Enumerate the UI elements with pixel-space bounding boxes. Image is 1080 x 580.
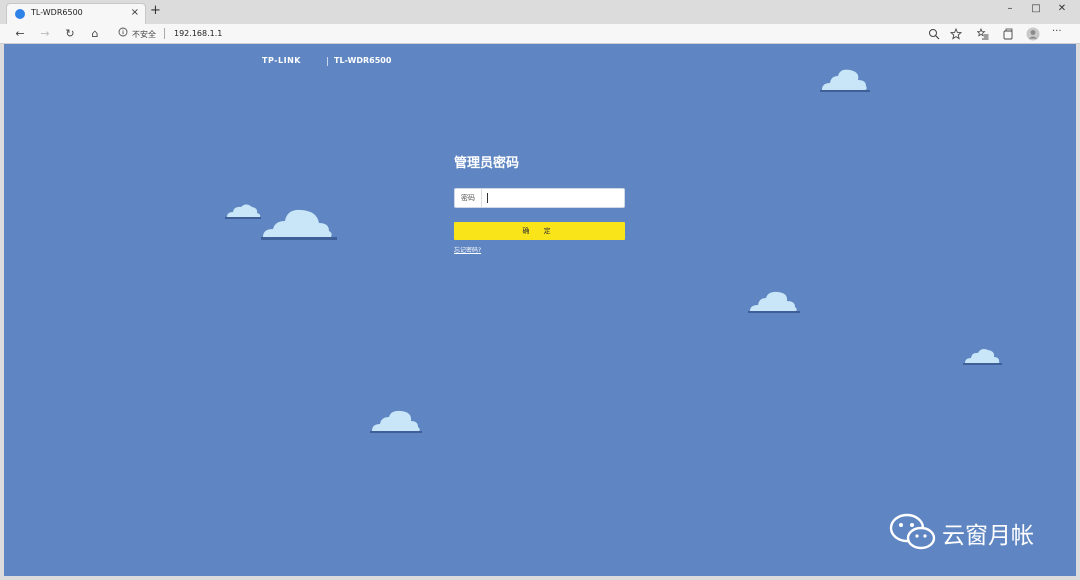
back-icon[interactable]: ← [12,26,28,42]
model-name: TL-WDR6500 [334,56,392,65]
password-input[interactable] [485,191,621,205]
browser-tab[interactable]: TL-WDR6500 × [6,3,146,24]
minimize-button[interactable]: – [998,2,1022,18]
collections-icon[interactable] [1002,28,1014,40]
password-label: 密码 [455,189,482,207]
star-icon[interactable] [950,28,962,40]
browser-window: TL-WDR6500 × + – □ ✕ ← → ↻ ⌂ 不安全 192.168… [0,0,1080,580]
router-login-page: TP-LINK TL-WDR6500 管理员密码 密码 确 定 忘记密码? 云窗… [4,44,1076,576]
address-divider [164,28,165,39]
watermark: 云窗月帐 [888,510,1058,556]
watermark-text: 云窗月帐 [942,523,1034,549]
close-window-button[interactable]: ✕ [1050,2,1074,18]
more-icon[interactable]: ··· [1052,26,1062,37]
forgot-password-link[interactable]: 忘记密码? [454,245,481,254]
url-text[interactable]: 192.168.1.1 [174,29,222,38]
tp-link-favicon-icon [15,9,25,19]
cloud-icon [963,349,1002,365]
favorites-icon[interactable] [977,28,989,40]
confirm-button[interactable]: 确 定 [454,222,625,240]
cloud-icon [370,410,422,433]
wechat-icon [889,513,936,550]
tab-strip: TL-WDR6500 × + – □ ✕ [0,0,1080,24]
maximize-button[interactable]: □ [1024,2,1048,18]
reload-icon[interactable]: ↻ [62,26,78,42]
security-status-text: 不安全 [132,30,156,39]
zoom-icon[interactable] [928,28,940,40]
info-icon[interactable] [118,27,128,37]
login-title: 管理员密码 [454,156,520,171]
new-tab-button[interactable]: + [150,4,161,18]
cloud-icon [261,209,337,240]
cloud-icon [820,69,870,92]
password-field[interactable]: 密码 [454,188,625,208]
home-icon[interactable]: ⌂ [87,26,103,42]
text-caret [487,193,488,203]
tab-close-icon[interactable]: × [131,7,139,18]
cloud-icon [225,204,261,219]
tab-title: TL-WDR6500 [31,8,83,17]
profile-icon[interactable] [1026,27,1040,41]
brand-divider [327,57,328,66]
brand-logo: TP-LINK [262,56,301,65]
navigation-bar: ← → ↻ ⌂ 不安全 192.168.1.1 ··· [0,24,1080,44]
forward-icon[interactable]: → [37,26,53,42]
cloud-icon [748,291,800,313]
